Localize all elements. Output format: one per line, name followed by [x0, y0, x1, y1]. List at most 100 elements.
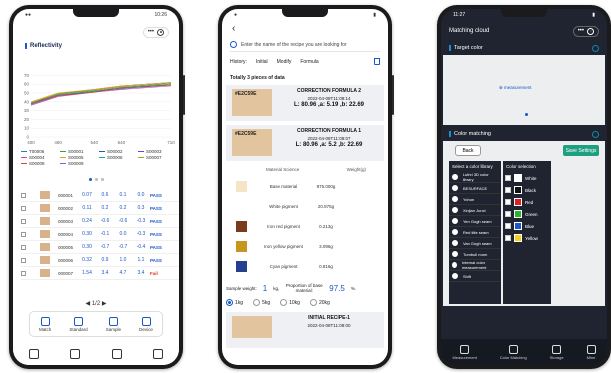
table-row[interactable]: 000004 0.30 -0.1 0.0 -0.3 PASS	[21, 228, 179, 241]
more-icon[interactable]: •••	[578, 28, 584, 34]
y-tick-label: 50	[24, 91, 30, 96]
table-row[interactable]: 000005 0.30 -0.7 -0.7 -0.4 PASS	[21, 241, 179, 254]
tab-modify[interactable]: Modify	[277, 59, 292, 65]
table-row[interactable]: 000002 0.11 0.2 0.2 0.3 PASS	[21, 202, 179, 215]
checkbox[interactable]	[505, 199, 511, 205]
search-placeholder[interactable]: Enter the name of the recipe you are loo…	[241, 42, 347, 48]
nav-standard[interactable]: Standard	[69, 316, 88, 332]
library-option[interactable]: Yohon	[449, 194, 501, 205]
table-row[interactable]: 000001 0.07 0.6 0.1 0.0 PASS	[21, 189, 179, 202]
save-settings-button[interactable]: Save Settings	[563, 145, 599, 156]
library-label: Shift	[463, 273, 472, 279]
tab-measurement[interactable]: Measurement	[452, 344, 477, 360]
radio-icon[interactable]	[452, 218, 458, 224]
checkbox[interactable]	[505, 223, 511, 229]
settings-icon[interactable]	[592, 130, 599, 138]
sample-weight-value[interactable]: 1	[263, 284, 267, 293]
proportion-value[interactable]: 97.5	[329, 284, 345, 293]
checkbox[interactable]	[21, 192, 26, 198]
library-option[interactable]: Yen Gogh seam	[449, 216, 501, 227]
target-color-preview[interactable]: ⊕ measurement	[443, 55, 605, 125]
back-button[interactable]: Back	[455, 145, 481, 156]
material-weight: 3.096g	[319, 243, 333, 249]
radio-icon[interactable]	[309, 299, 317, 306]
pager[interactable]: ◀ 1/2 ▶	[13, 300, 179, 307]
checkbox[interactable]	[505, 211, 511, 217]
library-option[interactable]: Shift	[449, 271, 501, 282]
nav-match[interactable]: Match	[39, 316, 51, 332]
radio-icon[interactable]	[452, 273, 458, 279]
radio-icon[interactable]	[452, 229, 458, 235]
radio-checked-icon[interactable]	[226, 299, 233, 306]
tab-formula[interactable]: Formula	[300, 59, 318, 65]
library-option[interactable]: Red title seam	[449, 227, 501, 238]
nav-sample[interactable]: Sample	[106, 316, 121, 332]
search-bar[interactable]: Enter the name of the recipe you are loo…	[230, 38, 380, 52]
library-option[interactable]: BESURFACE	[449, 183, 501, 194]
back-arrow-icon[interactable]: ‹	[222, 21, 388, 36]
history-icon[interactable]	[592, 44, 599, 52]
bottom-tab[interactable]	[111, 349, 122, 359]
radio-icon[interactable]	[452, 262, 457, 268]
library-option[interactable]: Luthri 3D color library	[449, 172, 501, 183]
nav-device[interactable]: Device	[139, 316, 153, 332]
checkbox[interactable]	[21, 270, 26, 276]
bottom-tab[interactable]	[153, 349, 164, 359]
library-header: Select a color library	[452, 164, 493, 169]
tab-initial[interactable]: Initial	[256, 59, 268, 65]
radio-icon[interactable]	[452, 185, 458, 191]
checkbox[interactable]	[21, 244, 26, 250]
color-option[interactable]: Red	[503, 196, 551, 208]
radio-icon[interactable]	[452, 196, 458, 202]
close-circle-icon[interactable]	[157, 28, 164, 36]
color-option[interactable]: Green	[503, 208, 551, 220]
radio-icon[interactable]	[452, 207, 458, 213]
checkbox[interactable]	[505, 235, 511, 241]
chart-title-text: Reflectivity	[30, 43, 63, 49]
radio-icon[interactable]	[253, 299, 261, 306]
recipe-card[interactable]: #E2C59E CORRECTION FORMULA 2 2022-04-08T…	[226, 85, 384, 121]
radio-icon[interactable]	[452, 240, 458, 246]
option-5kg[interactable]: 5kg	[253, 299, 270, 306]
color-option[interactable]: Yellow	[503, 232, 551, 244]
bottom-tab[interactable]	[70, 349, 81, 359]
checkbox[interactable]	[505, 175, 511, 181]
color-swatch	[514, 186, 522, 194]
bottom-tab[interactable]	[28, 349, 39, 359]
recipe-card[interactable]: INITIAL RECIPE-1 2022-04-08T11:08:00	[226, 312, 384, 348]
tab-color-matching[interactable]: Color Matching	[500, 344, 527, 360]
option-20kg[interactable]: 20kg	[309, 299, 330, 306]
checkbox[interactable]	[21, 231, 26, 237]
table-row[interactable]: 000007 1.54 3.4 4.7 3.4 Fail	[21, 267, 179, 280]
close-circle-icon[interactable]	[587, 27, 594, 35]
card-date: 2022-04-08T11:08:00	[307, 323, 351, 328]
library-option[interactable]: Internal color measurement	[449, 260, 501, 271]
library-option[interactable]: Xinjian Junxi	[449, 205, 501, 216]
tab-storage[interactable]: Storage	[550, 344, 564, 360]
checkbox[interactable]	[21, 218, 26, 224]
phone-side-button	[392, 75, 394, 115]
device-icon	[141, 316, 151, 326]
more-icon[interactable]: •••	[148, 29, 154, 35]
checkbox[interactable]	[21, 257, 26, 263]
color-option[interactable]: White	[503, 172, 551, 184]
option-10kg[interactable]: 10kg	[280, 299, 300, 306]
legend-item: S00006	[99, 155, 136, 160]
library-option[interactable]: Tumbull room	[449, 249, 501, 260]
radio-icon[interactable]	[452, 174, 458, 180]
trash-icon[interactable]	[374, 58, 380, 65]
color-option[interactable]: Black	[503, 184, 551, 196]
capsule-menu[interactable]: •••	[572, 25, 599, 37]
tab-mine[interactable]: Mine	[586, 344, 596, 360]
checkbox[interactable]	[21, 205, 26, 211]
checkbox[interactable]	[505, 187, 511, 193]
recipe-card[interactable]: #E2C59E CORRECTION FORMULA 1 2022-04-08T…	[226, 125, 384, 161]
table-row[interactable]: 000003 0.24 -0.6 -0.6 -0.3 PASS	[21, 215, 179, 228]
library-option[interactable]: Van Gogh seam	[449, 238, 501, 249]
capsule-menu[interactable]: •••	[142, 26, 169, 38]
color-option[interactable]: Blue	[503, 220, 551, 232]
radio-icon[interactable]	[280, 299, 288, 306]
option-1kg[interactable]: 1kg	[226, 299, 243, 306]
radio-icon[interactable]	[452, 251, 458, 257]
table-row[interactable]: 000006 0.32 0.9 1.0 1.1 PASS	[21, 254, 179, 267]
